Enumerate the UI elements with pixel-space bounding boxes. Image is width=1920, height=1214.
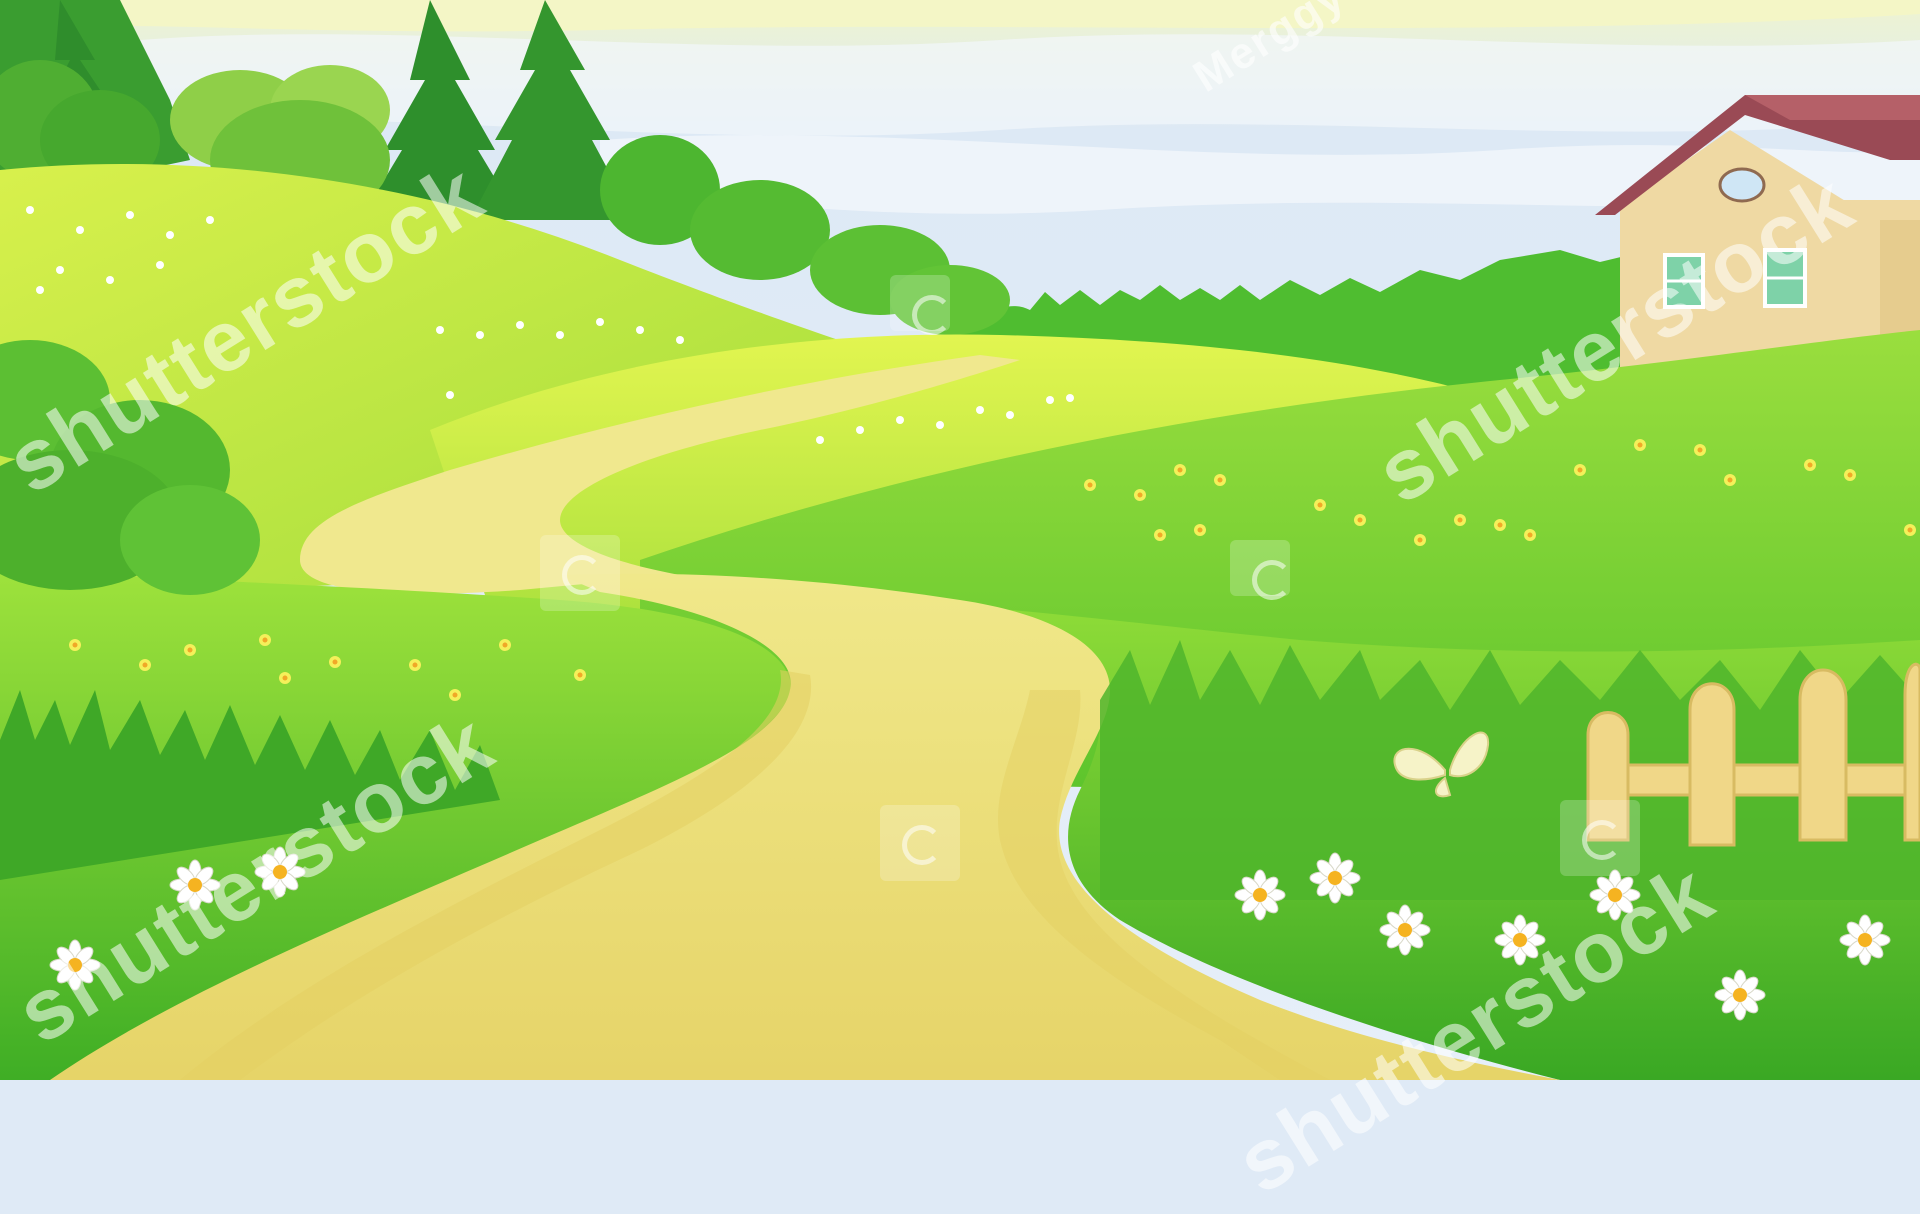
watermark-logo-icon: [1560, 800, 1640, 876]
watermark-logo-icon: [890, 275, 952, 335]
landscape-illustration: [0, 0, 1920, 1080]
round-window: [1718, 167, 1766, 203]
watermark-logo-icon: [880, 805, 960, 881]
watermark-logo-icon: [540, 535, 620, 611]
watermark-logo-icon: [1230, 540, 1292, 600]
